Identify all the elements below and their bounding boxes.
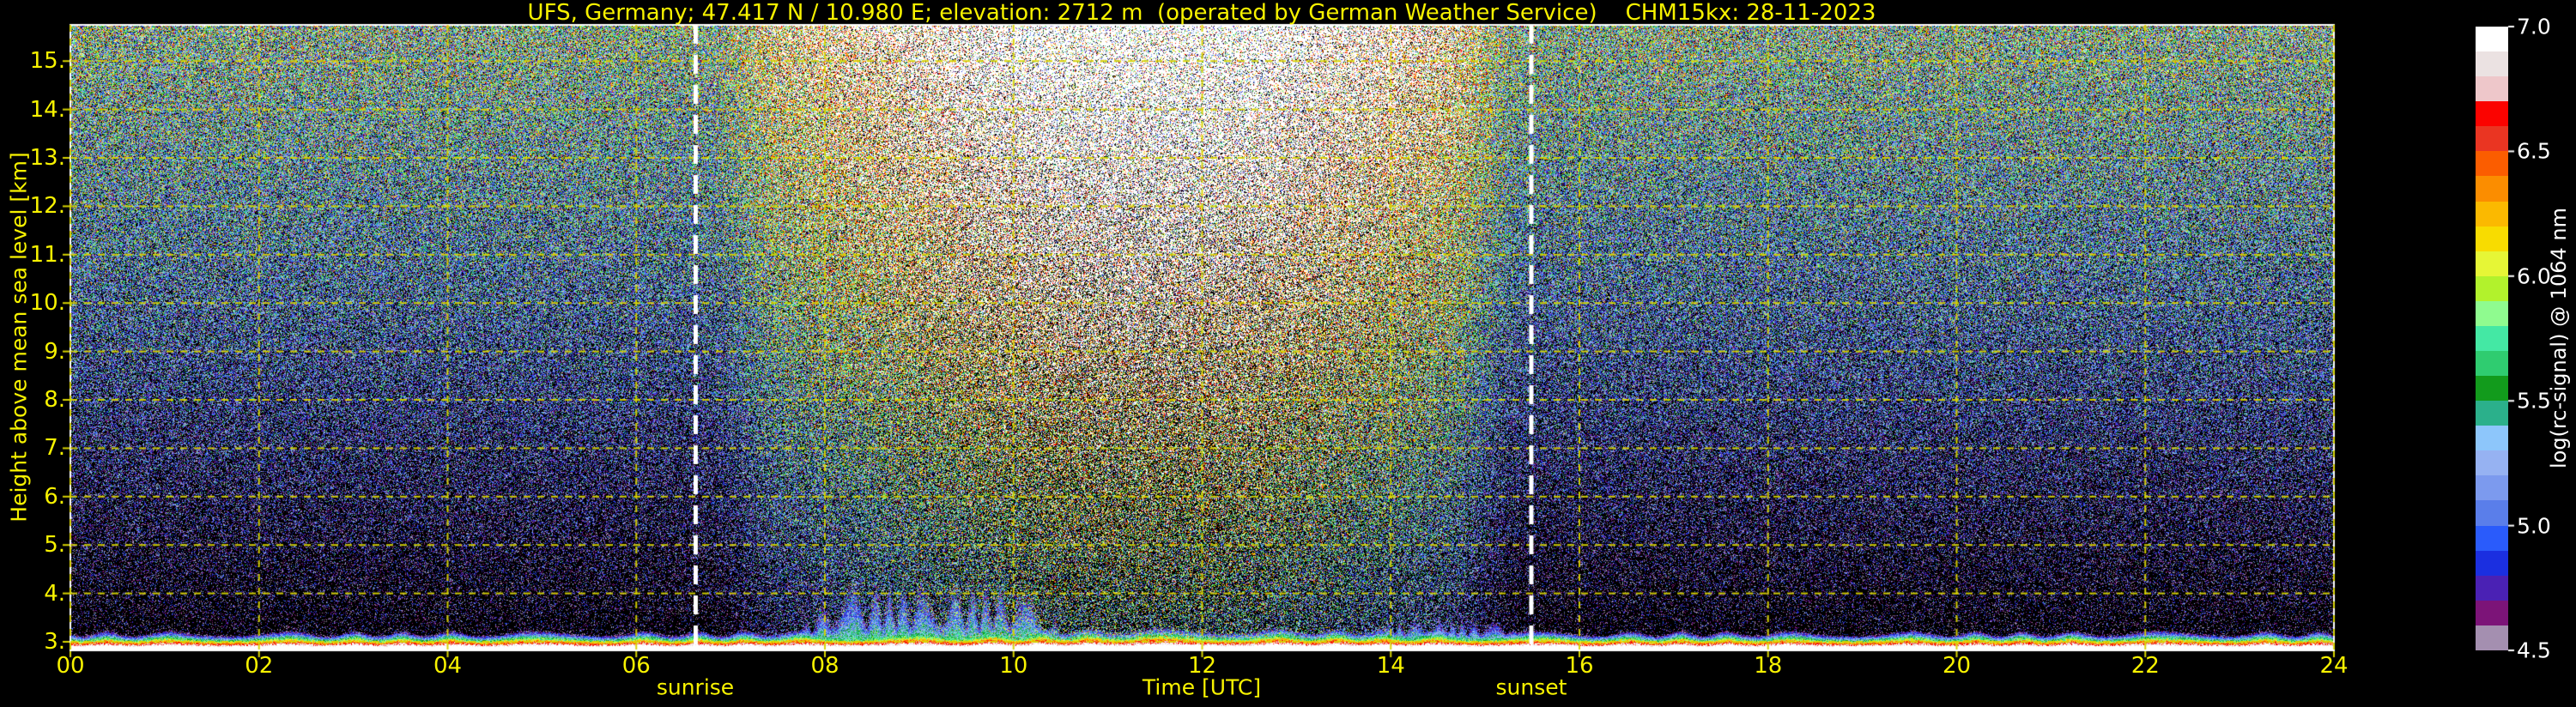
colorbar-label: log(rc-signal) @ 1064 nm [2547, 208, 2571, 468]
y-tick-label: 10. [30, 290, 65, 316]
colorbar-band [2476, 202, 2508, 227]
colorbar-band [2476, 101, 2508, 126]
sunrise-label: sunrise [657, 675, 734, 700]
colorbar-band [2476, 51, 2508, 76]
colorbar-band [2476, 500, 2508, 525]
colorbar-band [2476, 625, 2508, 650]
x-tick-label: 20 [1943, 653, 1971, 679]
sunset-label: sunset [1496, 675, 1567, 700]
colorbar-band [2476, 76, 2508, 101]
y-tick-label: 13. [30, 145, 65, 171]
x-tick-label: 22 [2131, 653, 2160, 679]
colorbar-band [2476, 251, 2508, 276]
colorbar-band [2476, 576, 2508, 601]
colorbar-tick-label: 5.0 [2517, 513, 2551, 538]
x-tick-label: 04 [433, 653, 462, 679]
colorbar-band [2476, 376, 2508, 401]
colorbar-band [2476, 176, 2508, 201]
y-tick-label: 5. [44, 532, 65, 558]
colorbar-band [2476, 450, 2508, 475]
y-tick-label: 14. [30, 97, 65, 123]
x-tick-label: 10 [999, 653, 1027, 679]
colorbar-band [2476, 151, 2508, 176]
y-tick-label: 8. [44, 387, 65, 413]
x-tick-label: 06 [622, 653, 651, 679]
x-tick-label: 24 [2319, 653, 2348, 679]
x-tick-label: 02 [245, 653, 273, 679]
colorbar-band [2476, 475, 2508, 500]
y-tick-label: 9. [44, 339, 65, 365]
y-tick-label: 12. [30, 193, 65, 219]
colorbar-band [2476, 601, 2508, 625]
x-tick-label: 18 [1754, 653, 1782, 679]
y-tick-label: 4. [44, 581, 65, 607]
colorbar-band [2476, 301, 2508, 326]
colorbar-tick-label: 6.0 [2517, 263, 2551, 288]
ceilometer-quicklook: UFS, Germany; 47.417 N / 10.980 E; eleva… [0, 0, 2576, 707]
y-tick-label: 6. [44, 484, 65, 510]
y-tick-label: 15. [30, 48, 65, 74]
x-tick-label: 00 [56, 653, 84, 679]
colorbar-band [2476, 401, 2508, 426]
colorbar-tick-label: 5.5 [2517, 389, 2551, 414]
colorbar-tick-label: 4.5 [2517, 638, 2551, 663]
plot-title: UFS, Germany; 47.417 N / 10.980 E; eleva… [528, 0, 1876, 26]
y-tick-label: 3. [44, 629, 65, 655]
x-tick-label: 16 [1565, 653, 1593, 679]
y-tick-label: 11. [30, 242, 65, 268]
colorbar-band [2476, 326, 2508, 351]
lidar-heatmap-canvas [0, 0, 2576, 707]
colorbar-tick-label: 6.5 [2517, 139, 2551, 164]
colorbar-band [2476, 551, 2508, 576]
x-tick-label: 14 [1377, 653, 1405, 679]
colorbar-band [2476, 227, 2508, 251]
y-axis-label: Height above mean sea level [km] [7, 152, 32, 522]
colorbar-band [2476, 126, 2508, 151]
colorbar [2476, 27, 2508, 650]
x-tick-label: 12 [1188, 653, 1216, 679]
colorbar-band [2476, 27, 2508, 51]
x-tick-label: 08 [810, 653, 839, 679]
colorbar-tick-label: 7.0 [2517, 15, 2551, 39]
y-tick-label: 7. [44, 435, 65, 461]
colorbar-band [2476, 426, 2508, 450]
colorbar-band [2476, 276, 2508, 301]
colorbar-band [2476, 351, 2508, 376]
colorbar-band [2476, 526, 2508, 551]
